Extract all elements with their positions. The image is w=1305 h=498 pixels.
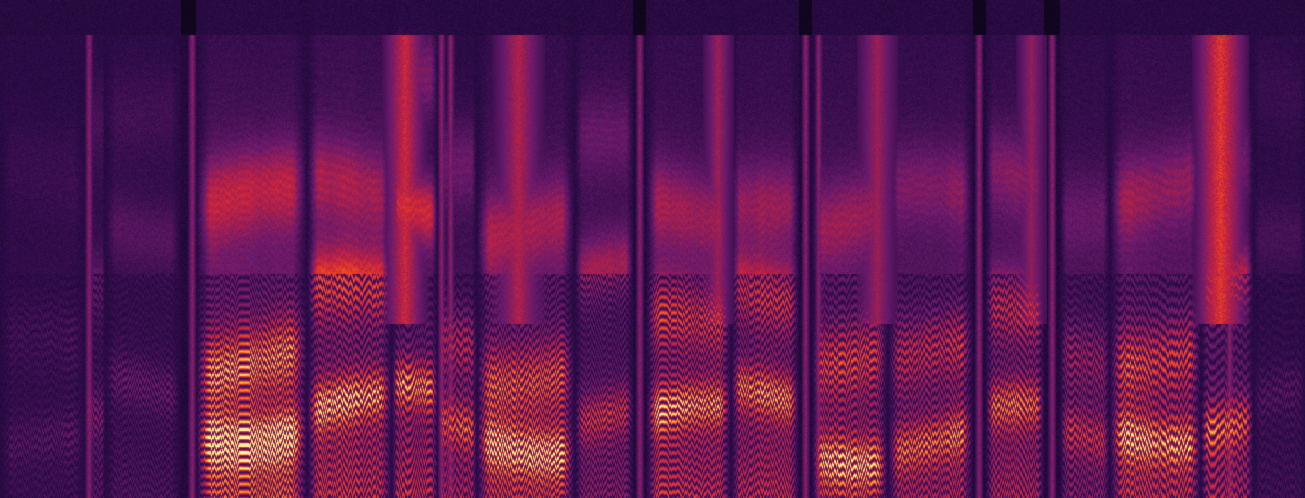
spectrogram-canvas [0,0,1305,498]
spectrogram-image [0,0,1305,498]
